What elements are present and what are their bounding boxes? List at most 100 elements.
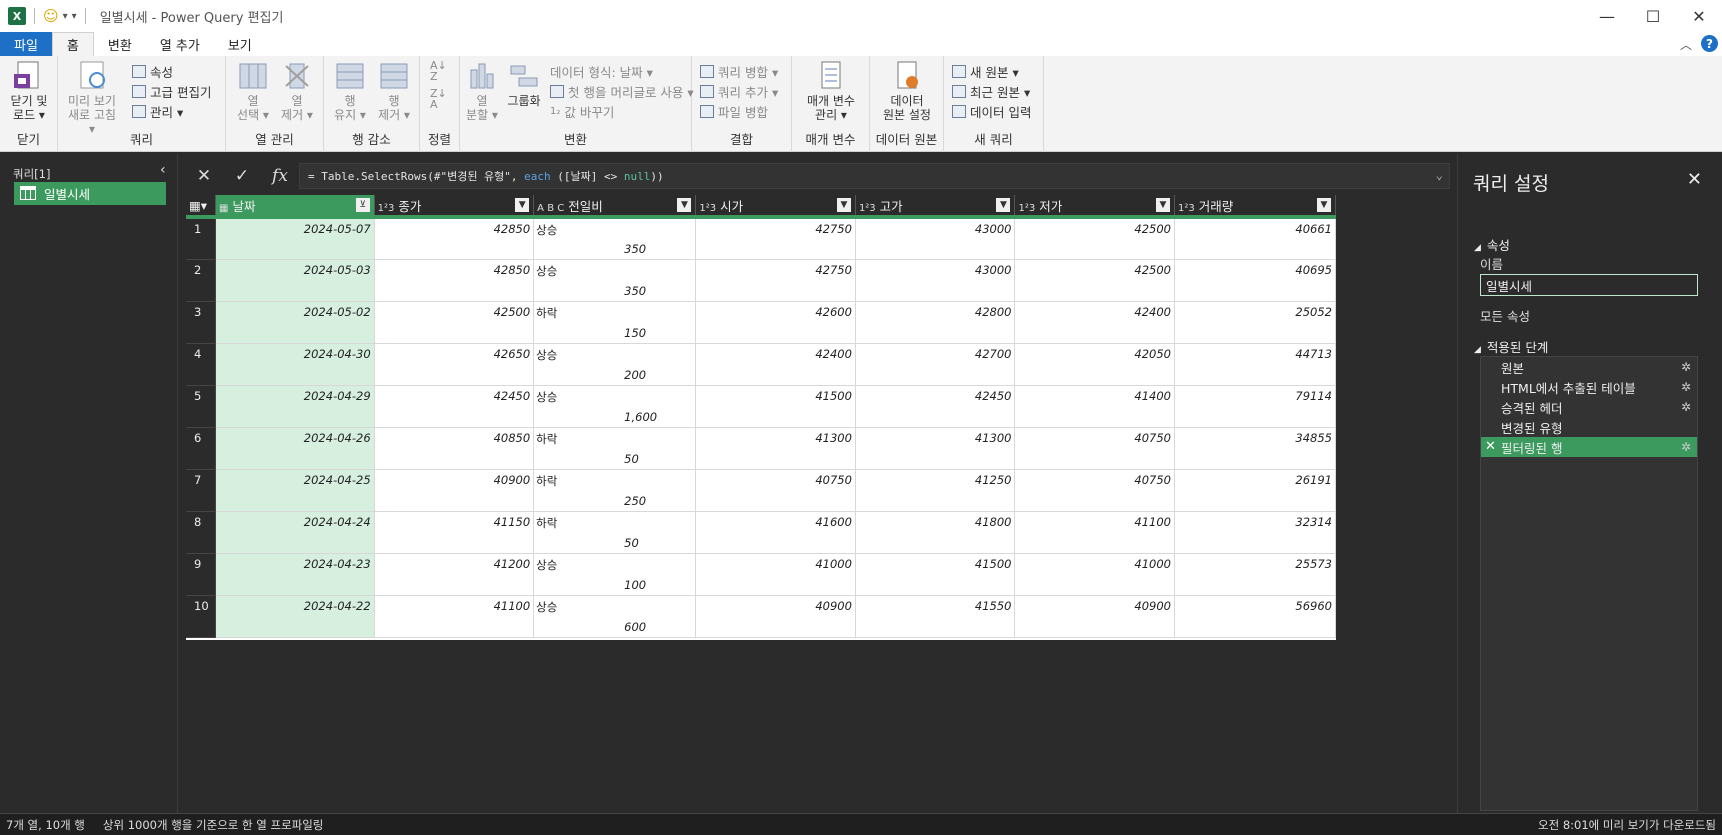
column-header[interactable]: 1²3 종가 ▼ [374, 195, 535, 219]
use-first-row-headers-button[interactable]: 첫 행을 머리글로 사용 ▾ [550, 82, 694, 101]
cell-low[interactable]: 40900 [1014, 595, 1175, 638]
gear-icon[interactable]: ✲ [1681, 400, 1691, 414]
table-menu-icon[interactable]: ▦▾ [186, 195, 217, 219]
cell-close[interactable]: 41200 [374, 553, 535, 596]
cell-change[interactable]: 하락 150 [533, 301, 697, 344]
query-item[interactable]: 일별시세 [14, 182, 166, 205]
cell-high[interactable]: 41250 [855, 469, 1016, 512]
cell-low[interactable]: 42400 [1014, 301, 1175, 344]
cell-close[interactable]: 41150 [374, 511, 535, 554]
cell-vol[interactable]: 40695 [1174, 259, 1336, 302]
status-profiling[interactable]: 상위 1000개 행을 기준으로 한 열 프로파일링 [103, 817, 323, 833]
cell-vol[interactable]: 32314 [1174, 511, 1336, 554]
close-and-load-button[interactable]: 닫기 및 로드 ▾ [6, 60, 52, 122]
recent-sources-button[interactable]: 최근 원본 ▾ [952, 82, 1030, 101]
refresh-preview-button[interactable]: 미리 보기 새로 고침 ▾ [64, 60, 120, 136]
cancel-formula-icon[interactable]: ✕ [185, 162, 223, 190]
smiley-feedback-icon[interactable]: ☺ [43, 7, 59, 25]
collapse-pane-icon[interactable]: ‹ [160, 162, 166, 178]
filter-dropdown-icon[interactable]: ▼ [1156, 198, 1170, 212]
cell-low[interactable]: 42500 [1014, 217, 1175, 260]
sort-ascending-icon[interactable]: A↓ Z [430, 60, 447, 82]
keep-rows-button[interactable]: 행 유지 ▾ [330, 60, 370, 122]
tab-view[interactable]: 보기 [214, 32, 266, 56]
cell-date[interactable]: 2024-05-03 [215, 259, 375, 302]
chevron-down-icon[interactable]: ▾ [63, 11, 68, 22]
cell-vol[interactable]: 40661 [1174, 217, 1336, 260]
append-queries-button[interactable]: 쿼리 추가 ▾ [700, 82, 778, 101]
tab-file[interactable]: 파일 [0, 32, 52, 56]
cell-change[interactable]: 하락 50 [533, 427, 697, 470]
row-number[interactable]: 3 [186, 301, 217, 344]
cell-vol[interactable]: 79114 [1174, 385, 1336, 428]
cell-vol[interactable]: 34855 [1174, 427, 1336, 470]
cell-low[interactable]: 41000 [1014, 553, 1175, 596]
cell-open[interactable]: 41000 [695, 553, 856, 596]
column-type-icon[interactable]: ▦ [219, 203, 228, 214]
cell-date[interactable]: 2024-04-26 [215, 427, 375, 470]
cell-vol[interactable]: 25573 [1174, 553, 1336, 596]
cell-vol[interactable]: 25052 [1174, 301, 1336, 344]
new-source-button[interactable]: 새 원본 ▾ [952, 62, 1019, 81]
close-button[interactable]: ✕ [1676, 0, 1722, 32]
cell-open[interactable]: 42400 [695, 343, 856, 386]
filter-applied-icon[interactable]: ⊻ [355, 198, 370, 212]
gear-icon[interactable]: ✲ [1681, 360, 1691, 374]
filter-dropdown-icon[interactable]: ▼ [1317, 198, 1331, 212]
row-number[interactable]: 4 [186, 343, 217, 386]
cell-date[interactable]: 2024-04-22 [215, 595, 375, 638]
cell-change[interactable]: 상승 100 [533, 553, 697, 596]
column-header[interactable]: 1²3 저가 ▼ [1014, 195, 1175, 219]
formula-input[interactable]: = Table.SelectRows(#"변경된 유형", each ([날짜]… [299, 163, 1450, 189]
fx-icon[interactable]: fx [261, 162, 299, 190]
column-type-icon[interactable]: 1²3 [1018, 203, 1035, 214]
cell-change[interactable]: 상승 1,600 [533, 385, 697, 428]
merge-queries-button[interactable]: 쿼리 병합 ▾ [700, 62, 778, 81]
delete-step-icon[interactable]: ✕ [1485, 439, 1496, 454]
column-header[interactable]: 1²3 고가 ▼ [855, 195, 1016, 219]
replace-values-button[interactable]: 1₂ 값 바꾸기 [550, 102, 614, 121]
cell-close[interactable]: 40900 [374, 469, 535, 512]
cell-high[interactable]: 41550 [855, 595, 1016, 638]
row-number[interactable]: 7 [186, 469, 217, 512]
row-number[interactable]: 1 [186, 217, 217, 260]
tab-transform[interactable]: 변환 [94, 32, 146, 56]
close-settings-icon[interactable]: ✕ [1687, 169, 1702, 190]
collapse-ribbon-icon[interactable]: ︿ [1680, 36, 1692, 53]
row-number[interactable]: 10 [186, 595, 217, 638]
step-html-table[interactable]: HTML에서 추출된 테이블 ✲ [1481, 377, 1697, 397]
filter-dropdown-icon[interactable]: ▼ [515, 198, 530, 212]
data-type-dropdown[interactable]: 데이터 형식: 날짜 ▾ [550, 62, 653, 81]
all-properties-link[interactable]: 모든 속성 [1480, 306, 1530, 325]
cell-open[interactable]: 40750 [695, 469, 856, 512]
split-column-button[interactable]: 열 분할 ▾ [462, 60, 502, 122]
cell-open[interactable]: 42750 [695, 259, 856, 302]
quick-access-customize-icon[interactable]: ▾ [72, 11, 77, 22]
column-header[interactable]: A B C 전일비 ▼ [533, 195, 697, 219]
maximize-button[interactable]: ☐ [1630, 0, 1676, 32]
cell-date[interactable]: 2024-05-07 [215, 217, 375, 260]
cell-low[interactable]: 41400 [1014, 385, 1175, 428]
cell-change[interactable]: 상승 600 [533, 595, 697, 638]
cell-high[interactable]: 42700 [855, 343, 1016, 386]
column-type-icon[interactable]: 1²3 [859, 203, 876, 214]
choose-columns-button[interactable]: 열 선택 ▾ [232, 60, 274, 122]
cell-low[interactable]: 42050 [1014, 343, 1175, 386]
step-source[interactable]: 원본 ✲ [1481, 357, 1697, 377]
cell-close[interactable]: 42650 [374, 343, 535, 386]
cell-date[interactable]: 2024-04-30 [215, 343, 375, 386]
cell-vol[interactable]: 56960 [1174, 595, 1336, 638]
cell-close[interactable]: 42500 [374, 301, 535, 344]
cell-high[interactable]: 41800 [855, 511, 1016, 554]
help-icon[interactable]: ? [1701, 35, 1718, 52]
cell-close[interactable]: 40850 [374, 427, 535, 470]
cell-date[interactable]: 2024-05-02 [215, 301, 375, 344]
cell-open[interactable]: 40900 [695, 595, 856, 638]
filter-dropdown-icon[interactable]: ▼ [836, 198, 851, 212]
column-header[interactable]: 1²3 시가 ▼ [695, 195, 856, 219]
column-header[interactable]: 1²3 거래량 ▼ [1174, 195, 1336, 219]
filter-dropdown-icon[interactable]: ▼ [677, 198, 692, 212]
cell-change[interactable]: 상승 350 [533, 217, 697, 260]
row-number[interactable]: 2 [186, 259, 217, 302]
cell-close[interactable]: 42850 [374, 217, 535, 260]
